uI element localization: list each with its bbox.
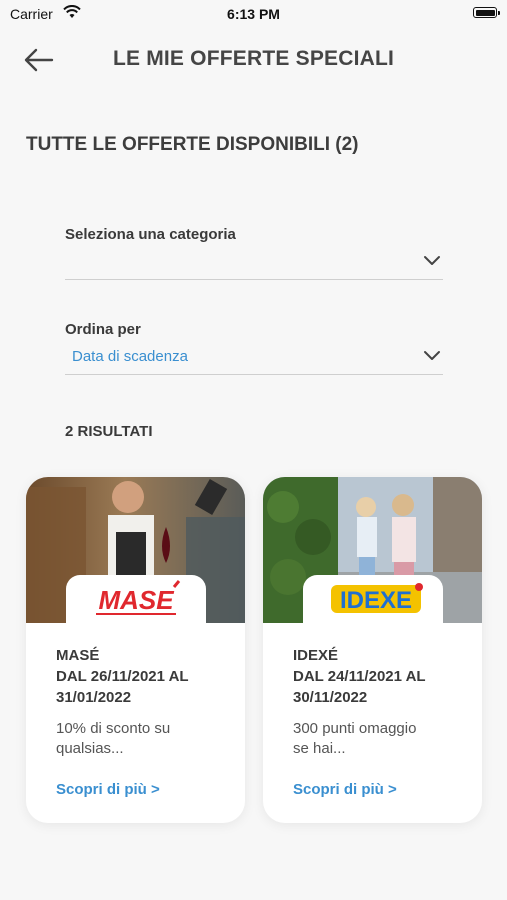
brand-logo: MASE [66, 575, 206, 623]
offer-desc-line2: qualsias... [56, 740, 124, 757]
section-title: TUTTE LE OFFERTE DISPONIBILI (2) [26, 134, 359, 155]
offer-description: 300 punti omaggio se hai... [293, 719, 473, 759]
sort-label: Ordina per [65, 321, 141, 338]
offer-date-end: 31/01/2022 [56, 689, 132, 706]
offer-card-idexe[interactable]: IDEXE IDEXÉ DAL 24/11/2021 AL 30/11/2022… [263, 477, 482, 823]
brand-logo: IDEXE [303, 575, 443, 623]
sort-select[interactable]: Data di scadenza [65, 338, 443, 375]
logo-text: MASE [98, 585, 174, 615]
status-bar: Carrier 6:13 PM [0, 0, 507, 28]
discover-more-link[interactable]: Scopri di più > [56, 781, 160, 798]
chevron-down-icon [424, 256, 440, 265]
offer-brand: MASÉ [56, 647, 100, 664]
offer-date-start: DAL 24/11/2021 AL [293, 668, 426, 685]
offer-date-start: DAL 26/11/2021 AL [56, 668, 189, 685]
chevron-down-icon [424, 351, 440, 360]
results-count: 2 RISULTATI [65, 423, 153, 440]
category-select[interactable] [65, 243, 443, 280]
discover-more-link[interactable]: Scopri di più > [293, 781, 397, 798]
offer-brand: IDEXÉ [293, 647, 339, 664]
category-label: Seleziona una categoria [65, 226, 236, 243]
offer-desc-line1: 300 punti omaggio [293, 720, 417, 737]
offer-desc-line2: se hai... [293, 740, 346, 757]
offer-description: 10% di sconto su qualsias... [56, 719, 236, 759]
clock: 6:13 PM [227, 6, 280, 22]
offer-title: MASÉ DAL 26/11/2021 AL 31/01/2022 [56, 645, 236, 708]
offer-title: IDEXÉ DAL 24/11/2021 AL 30/11/2022 [293, 645, 473, 708]
offer-desc-line1: 10% di sconto su [56, 720, 171, 737]
page-title: LE MIE OFFERTE SPECIALI [112, 47, 395, 70]
battery-icon [473, 7, 500, 18]
logo-text: IDEXE [340, 587, 412, 614]
offer-image: MASE [26, 477, 245, 623]
offer-card-mase[interactable]: MASE MASÉ DAL 26/11/2021 AL 31/01/2022 1… [26, 477, 245, 823]
sort-value: Data di scadenza [72, 348, 188, 365]
offer-image: IDEXE [263, 477, 482, 623]
sort-filter: Ordina per Data di scadenza [65, 321, 443, 375]
category-filter: Seleziona una categoria [65, 226, 443, 280]
offer-date-end: 30/11/2022 [293, 689, 368, 706]
